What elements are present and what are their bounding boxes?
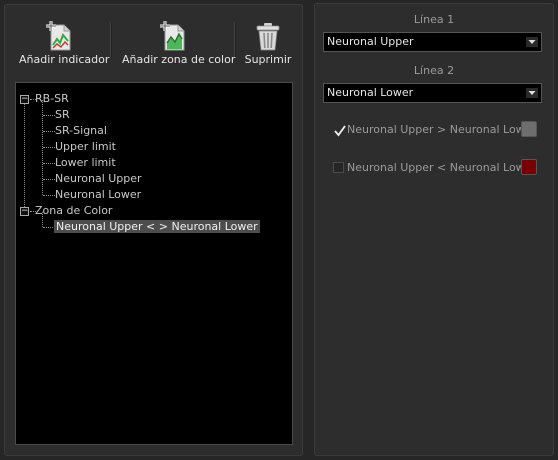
tree-connector xyxy=(43,195,55,196)
tree-connector xyxy=(43,163,55,164)
indicator-tree[interactable]: − RB-SR SR SR-Signal Upper limit Lower l… xyxy=(15,82,293,445)
chevron-down-icon xyxy=(526,88,538,98)
condition-above-row: Neuronal Upper > Neuronal Lower xyxy=(333,121,543,139)
tree-item-label: Zona de Color xyxy=(35,204,113,217)
tree-item-sr-signal[interactable]: SR-Signal xyxy=(55,123,107,139)
tree-item-label: Neuronal Lower xyxy=(55,188,142,201)
toolbar: Añadir indicador Añadir zona de color Su xyxy=(5,5,302,81)
tree-connector xyxy=(43,179,55,180)
tree-connector xyxy=(43,147,55,148)
add-color-zone-button[interactable]: Añadir zona de color xyxy=(122,21,236,66)
condition-below-label: Neuronal Upper < Neuronal Lower xyxy=(347,161,536,174)
tree-item-color-zone[interactable]: Neuronal Upper < > Neuronal Lower xyxy=(54,219,260,235)
toolbar-separator xyxy=(110,23,112,57)
checkmark-icon xyxy=(334,125,346,137)
tree-connector xyxy=(24,99,25,213)
condition-above-checkbox[interactable] xyxy=(333,124,346,137)
line1-value: Neuronal Upper xyxy=(327,35,414,48)
tree-item-neuronal-upper[interactable]: Neuronal Upper xyxy=(55,171,142,187)
delete-button[interactable]: Suprimir xyxy=(243,21,293,66)
left-panel: Añadir indicador Añadir zona de color Su xyxy=(4,4,303,456)
add-color-zone-icon xyxy=(160,21,185,51)
delete-label: Suprimir xyxy=(244,53,292,66)
add-indicator-icon xyxy=(46,21,71,51)
tree-item-label: RB-SR xyxy=(35,92,69,105)
tree-connector xyxy=(43,115,55,116)
toolbar-separator xyxy=(234,23,236,57)
tree-item-label: SR xyxy=(55,108,70,121)
chevron-down-icon xyxy=(526,37,538,47)
line1-label: Línea 1 xyxy=(413,13,455,26)
tree-item-zona-de-color[interactable]: Zona de Color xyxy=(35,203,112,219)
condition-above-color-swatch[interactable] xyxy=(521,121,537,137)
tree-item-label: Neuronal Upper < > Neuronal Lower xyxy=(54,220,260,233)
tree-item-sr[interactable]: SR xyxy=(55,107,70,123)
line2-value: Neuronal Lower xyxy=(327,86,414,99)
tree-item-label: Neuronal Upper xyxy=(55,172,142,185)
add-indicator-label: Añadir indicador xyxy=(19,53,110,66)
tree-item-label: Upper limit xyxy=(55,140,116,153)
condition-below-checkbox[interactable] xyxy=(333,162,344,173)
collapse-toggle[interactable]: − xyxy=(20,95,29,104)
condition-below-row: Neuronal Upper < Neuronal Lower xyxy=(333,159,543,177)
add-indicator-button[interactable]: Añadir indicador xyxy=(19,21,110,66)
line1-select[interactable]: Neuronal Upper xyxy=(323,32,542,52)
line2-label: Línea 2 xyxy=(413,64,455,77)
tree-item-upper-limit[interactable]: Upper limit xyxy=(55,139,116,155)
line2-select[interactable]: Neuronal Lower xyxy=(323,83,542,103)
condition-below-color-swatch[interactable] xyxy=(521,159,537,175)
tree-item-rb-sr[interactable]: RB-SR xyxy=(35,91,69,107)
tree-item-lower-limit[interactable]: Lower limit xyxy=(55,155,116,171)
trash-icon xyxy=(256,23,280,51)
tree-item-label: Lower limit xyxy=(55,156,116,169)
condition-above-label: Neuronal Upper > Neuronal Lower xyxy=(347,123,536,136)
tree-item-neuronal-lower[interactable]: Neuronal Lower xyxy=(55,187,141,203)
tree-item-label: SR-Signal xyxy=(55,124,107,137)
add-color-zone-label: Añadir zona de color xyxy=(122,53,236,66)
tree-connector xyxy=(43,131,55,132)
properties-panel: Línea 1 Neuronal Upper Línea 2 Neuronal … xyxy=(314,3,554,456)
collapse-toggle[interactable]: − xyxy=(20,207,29,216)
